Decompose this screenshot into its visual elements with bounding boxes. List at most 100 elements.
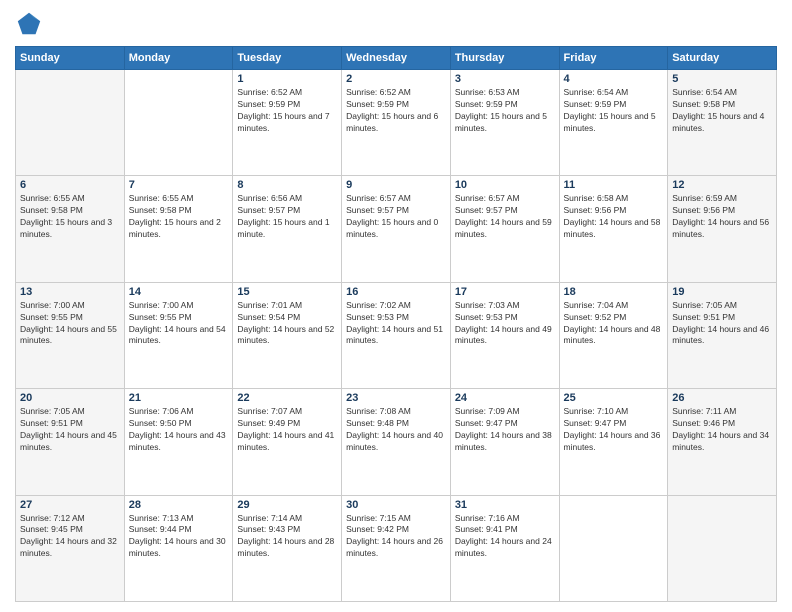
calendar-cell: 1 Sunrise: 6:52 AM Sunset: 9:59 PM Daylig… bbox=[233, 70, 342, 176]
weekday-header-saturday: Saturday bbox=[668, 47, 777, 70]
day-number: 1 bbox=[237, 73, 337, 85]
calendar-week-3: 13 Sunrise: 7:00 AM Sunset: 9:55 PM Dayli… bbox=[16, 282, 777, 388]
day-info: Sunrise: 7:00 AM Sunset: 9:55 PM Dayligh… bbox=[129, 300, 229, 348]
day-number: 3 bbox=[455, 73, 555, 85]
day-number: 2 bbox=[346, 73, 446, 85]
calendar-cell: 14 Sunrise: 7:00 AM Sunset: 9:55 PM Dayli… bbox=[124, 282, 233, 388]
weekday-header-monday: Monday bbox=[124, 47, 233, 70]
calendar-week-5: 27Sunrise: 7:12 AM Sunset: 9:45 PM Dayli… bbox=[16, 495, 777, 601]
day-number: 5 bbox=[672, 73, 772, 85]
calendar-cell: 12 Sunrise: 6:59 AM Sunset: 9:56 PM Dayli… bbox=[668, 176, 777, 282]
calendar-cell: 20Sunrise: 7:05 AM Sunset: 9:51 PM Dayli… bbox=[16, 389, 125, 495]
day-info: Sunrise: 6:57 AM Sunset: 9:57 PM Dayligh… bbox=[455, 193, 555, 241]
calendar-cell bbox=[668, 495, 777, 601]
day-info: Sunrise: 7:16 AM Sunset: 9:41 PM Dayligh… bbox=[455, 513, 555, 561]
day-info: Sunrise: 7:02 AM Sunset: 9:53 PM Dayligh… bbox=[346, 300, 446, 348]
calendar-cell: 6 Sunrise: 6:55 AM Sunset: 9:58 PM Daylig… bbox=[16, 176, 125, 282]
day-number: 29 bbox=[237, 499, 337, 511]
header bbox=[15, 10, 777, 38]
day-number: 17 bbox=[455, 286, 555, 298]
day-info: Sunrise: 7:11 AM Sunset: 9:46 PM Dayligh… bbox=[672, 406, 772, 454]
day-info: Sunrise: 7:07 AM Sunset: 9:49 PM Dayligh… bbox=[237, 406, 337, 454]
day-info: Sunrise: 6:52 AM Sunset: 9:59 PM Dayligh… bbox=[237, 87, 337, 135]
day-info: Sunrise: 7:00 AM Sunset: 9:55 PM Dayligh… bbox=[20, 300, 120, 348]
calendar-cell: 5 Sunrise: 6:54 AM Sunset: 9:58 PM Daylig… bbox=[668, 70, 777, 176]
calendar-header-row: SundayMondayTuesdayWednesdayThursdayFrid… bbox=[16, 47, 777, 70]
calendar-cell: 27Sunrise: 7:12 AM Sunset: 9:45 PM Dayli… bbox=[16, 495, 125, 601]
calendar-week-2: 6 Sunrise: 6:55 AM Sunset: 9:58 PM Daylig… bbox=[16, 176, 777, 282]
day-number: 10 bbox=[455, 179, 555, 191]
weekday-header-tuesday: Tuesday bbox=[233, 47, 342, 70]
day-info: Sunrise: 7:01 AM Sunset: 9:54 PM Dayligh… bbox=[237, 300, 337, 348]
calendar-cell: 2 Sunrise: 6:52 AM Sunset: 9:59 PM Daylig… bbox=[342, 70, 451, 176]
day-number: 11 bbox=[564, 179, 664, 191]
calendar-cell: 29 Sunrise: 7:14 AM Sunset: 9:43 PM Dayli… bbox=[233, 495, 342, 601]
day-info: Sunrise: 7:05 AM Sunset: 9:51 PM Dayligh… bbox=[20, 406, 120, 454]
calendar-cell: 15 Sunrise: 7:01 AM Sunset: 9:54 PM Dayli… bbox=[233, 282, 342, 388]
day-number: 15 bbox=[237, 286, 337, 298]
day-number: 16 bbox=[346, 286, 446, 298]
day-info: Sunrise: 7:04 AM Sunset: 9:52 PM Dayligh… bbox=[564, 300, 664, 348]
day-info: Sunrise: 7:10 AM Sunset: 9:47 PM Dayligh… bbox=[564, 406, 664, 454]
day-info: Sunrise: 7:05 AM Sunset: 9:51 PM Dayligh… bbox=[672, 300, 772, 348]
weekday-header-wednesday: Wednesday bbox=[342, 47, 451, 70]
day-info: Sunrise: 7:14 AM Sunset: 9:43 PM Dayligh… bbox=[237, 513, 337, 561]
calendar-cell: 8 Sunrise: 6:56 AM Sunset: 9:57 PM Daylig… bbox=[233, 176, 342, 282]
calendar-cell: 28 Sunrise: 7:13 AM Sunset: 9:44 PM Dayli… bbox=[124, 495, 233, 601]
day-info: Sunrise: 6:52 AM Sunset: 9:59 PM Dayligh… bbox=[346, 87, 446, 135]
day-number: 22 bbox=[237, 392, 337, 404]
day-number: 31 bbox=[455, 499, 555, 511]
day-number: 12 bbox=[672, 179, 772, 191]
day-info: Sunrise: 6:54 AM Sunset: 9:59 PM Dayligh… bbox=[564, 87, 664, 135]
calendar-cell: 22 Sunrise: 7:07 AM Sunset: 9:49 PM Dayli… bbox=[233, 389, 342, 495]
day-info: Sunrise: 6:59 AM Sunset: 9:56 PM Dayligh… bbox=[672, 193, 772, 241]
calendar-cell: 9 Sunrise: 6:57 AM Sunset: 9:57 PM Daylig… bbox=[342, 176, 451, 282]
calendar-cell: 24Sunrise: 7:09 AM Sunset: 9:47 PM Dayli… bbox=[450, 389, 559, 495]
calendar-cell: 13 Sunrise: 7:00 AM Sunset: 9:55 PM Dayli… bbox=[16, 282, 125, 388]
calendar-cell bbox=[559, 495, 668, 601]
weekday-header-friday: Friday bbox=[559, 47, 668, 70]
calendar-cell: 7 Sunrise: 6:55 AM Sunset: 9:58 PM Daylig… bbox=[124, 176, 233, 282]
calendar-cell: 3 Sunrise: 6:53 AM Sunset: 9:59 PM Daylig… bbox=[450, 70, 559, 176]
calendar-cell: 4 Sunrise: 6:54 AM Sunset: 9:59 PM Daylig… bbox=[559, 70, 668, 176]
day-number: 30 bbox=[346, 499, 446, 511]
day-number: 25 bbox=[564, 392, 664, 404]
calendar-cell bbox=[16, 70, 125, 176]
calendar-cell: 16 Sunrise: 7:02 AM Sunset: 9:53 PM Dayli… bbox=[342, 282, 451, 388]
calendar-week-1: 1 Sunrise: 6:52 AM Sunset: 9:59 PM Daylig… bbox=[16, 70, 777, 176]
day-number: 18 bbox=[564, 286, 664, 298]
day-number: 6 bbox=[20, 179, 120, 191]
day-info: Sunrise: 7:06 AM Sunset: 9:50 PM Dayligh… bbox=[129, 406, 229, 454]
calendar-cell: 18 Sunrise: 7:04 AM Sunset: 9:52 PM Dayli… bbox=[559, 282, 668, 388]
calendar-cell: 10 Sunrise: 6:57 AM Sunset: 9:57 PM Dayli… bbox=[450, 176, 559, 282]
day-number: 26 bbox=[672, 392, 772, 404]
day-info: Sunrise: 6:57 AM Sunset: 9:57 PM Dayligh… bbox=[346, 193, 446, 241]
calendar-cell: 25 Sunrise: 7:10 AM Sunset: 9:47 PM Dayli… bbox=[559, 389, 668, 495]
calendar-week-4: 20Sunrise: 7:05 AM Sunset: 9:51 PM Dayli… bbox=[16, 389, 777, 495]
day-number: 19 bbox=[672, 286, 772, 298]
day-info: Sunrise: 6:53 AM Sunset: 9:59 PM Dayligh… bbox=[455, 87, 555, 135]
day-info: Sunrise: 6:55 AM Sunset: 9:58 PM Dayligh… bbox=[20, 193, 120, 241]
day-number: 24 bbox=[455, 392, 555, 404]
calendar-cell: 30Sunrise: 7:15 AM Sunset: 9:42 PM Dayli… bbox=[342, 495, 451, 601]
day-number: 13 bbox=[20, 286, 120, 298]
day-info: Sunrise: 7:03 AM Sunset: 9:53 PM Dayligh… bbox=[455, 300, 555, 348]
calendar-table: SundayMondayTuesdayWednesdayThursdayFrid… bbox=[15, 46, 777, 602]
day-number: 9 bbox=[346, 179, 446, 191]
day-info: Sunrise: 6:56 AM Sunset: 9:57 PM Dayligh… bbox=[237, 193, 337, 241]
day-number: 14 bbox=[129, 286, 229, 298]
day-number: 7 bbox=[129, 179, 229, 191]
calendar-cell: 19 Sunrise: 7:05 AM Sunset: 9:51 PM Dayli… bbox=[668, 282, 777, 388]
day-info: Sunrise: 6:55 AM Sunset: 9:58 PM Dayligh… bbox=[129, 193, 229, 241]
day-number: 4 bbox=[564, 73, 664, 85]
day-number: 28 bbox=[129, 499, 229, 511]
day-info: Sunrise: 7:13 AM Sunset: 9:44 PM Dayligh… bbox=[129, 513, 229, 561]
day-number: 8 bbox=[237, 179, 337, 191]
day-info: Sunrise: 7:08 AM Sunset: 9:48 PM Dayligh… bbox=[346, 406, 446, 454]
calendar-cell: 26 Sunrise: 7:11 AM Sunset: 9:46 PM Dayli… bbox=[668, 389, 777, 495]
calendar-cell: 11Sunrise: 6:58 AM Sunset: 9:56 PM Dayli… bbox=[559, 176, 668, 282]
day-info: Sunrise: 6:54 AM Sunset: 9:58 PM Dayligh… bbox=[672, 87, 772, 135]
weekday-header-sunday: Sunday bbox=[16, 47, 125, 70]
weekday-header-thursday: Thursday bbox=[450, 47, 559, 70]
calendar-cell: 21Sunrise: 7:06 AM Sunset: 9:50 PM Dayli… bbox=[124, 389, 233, 495]
